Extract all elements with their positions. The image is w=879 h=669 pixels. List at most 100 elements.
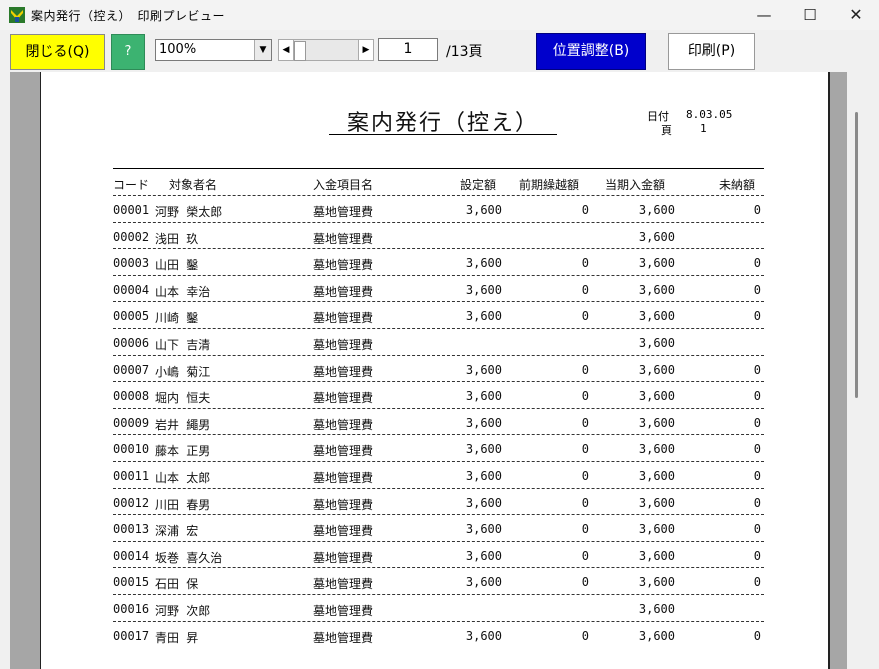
row-carryover: 0: [581, 628, 589, 643]
row-name: 岩井 繩男: [155, 417, 211, 432]
row-code: 00015: [113, 575, 150, 590]
row-item: 墓地管理費: [313, 630, 374, 645]
close-window-button[interactable]: ✕: [833, 0, 879, 30]
page-number-input[interactable]: 1: [378, 38, 438, 61]
row-item: 墓地管理費: [313, 364, 374, 379]
row-carryover: 0: [581, 575, 589, 590]
zoom-select[interactable]: 100% ▼: [155, 39, 272, 61]
row-item: 墓地管理費: [313, 444, 374, 459]
header-current: 当期入金額: [605, 178, 666, 192]
table-row: 00005 川崎 鑿 墓地管理費 3,600 0 3,600 0: [113, 301, 764, 328]
vertical-scrollbar[interactable]: [847, 72, 879, 669]
row-item: 墓地管理費: [313, 311, 374, 326]
toolbar: 閉じる(Q) ? 100% ▼ ◀ ▶ 1 /13頁 位置調整(B) 印刷(P): [0, 30, 879, 72]
row-setting: 3,600: [465, 203, 502, 217]
row-item: 墓地管理費: [313, 471, 374, 485]
arrow-left-icon[interactable]: ◀: [279, 40, 294, 60]
table-row: 00004 山本 幸治 墓地管理費 3,600 0 3,600 0: [113, 274, 764, 302]
row-setting: 3,600: [465, 495, 502, 510]
table-row: 00008 堀内 恒夫 墓地管理費 3,600 0 3,600 0: [113, 381, 764, 408]
row-carryover: 0: [581, 389, 589, 404]
row-name: 山本 太郎: [155, 471, 211, 485]
row-name: 藤本 正男: [155, 444, 211, 459]
row-item: 墓地管理費: [313, 231, 374, 246]
row-carryover: 0: [581, 282, 589, 297]
row-item: 墓地管理費: [313, 205, 374, 219]
header-line: [113, 168, 764, 169]
row-unpaid: 0: [753, 309, 761, 324]
row-item: 墓地管理費: [313, 577, 374, 592]
row-unpaid: 0: [753, 389, 761, 404]
chevron-down-icon[interactable]: ▼: [254, 40, 271, 60]
minimize-button[interactable]: —: [741, 0, 787, 30]
report-page: 案内発行（控え） 日付 8.03.05 頁 1 コード 対象者名 入金項目名 設…: [40, 72, 830, 669]
header-item: 入金項目名: [313, 178, 374, 192]
table-row: 00016 河野 次郎 墓地管理費 3,600: [113, 594, 764, 621]
row-name: 青田 昇: [155, 630, 199, 645]
row-item: 墓地管理費: [313, 258, 374, 273]
row-code: 00013: [113, 522, 150, 537]
row-code: 00003: [113, 256, 150, 271]
row-code: 00017: [113, 628, 150, 643]
table-row: 00013 深浦 宏 墓地管理費 3,600 0 3,600 0: [113, 514, 764, 541]
row-carryover: 0: [581, 522, 589, 537]
row-code: 00005: [113, 309, 150, 324]
row-carryover: 0: [581, 442, 589, 457]
row-current: 3,600: [638, 469, 675, 483]
row-current: 3,600: [638, 415, 675, 430]
row-setting: 3,600: [465, 442, 502, 457]
close-preview-button[interactable]: 閉じる(Q): [10, 34, 105, 70]
row-unpaid: 0: [753, 282, 761, 297]
print-button[interactable]: 印刷(P): [668, 33, 755, 70]
row-name: 山田 鑿: [155, 258, 199, 273]
row-unpaid: 0: [753, 469, 761, 483]
row-item: 墓地管理費: [313, 497, 374, 512]
vertical-scroll-thumb[interactable]: [855, 112, 858, 398]
row-setting: 3,600: [465, 415, 502, 430]
row-name: 深浦 宏: [155, 524, 199, 539]
row-carryover: 0: [581, 495, 589, 510]
row-carryover: 0: [581, 362, 589, 377]
page-scrollbar[interactable]: ◀ ▶: [278, 39, 374, 61]
row-unpaid: 0: [753, 203, 761, 217]
table-row: 00010 藤本 正男 墓地管理費 3,600 0 3,600 0: [113, 434, 764, 461]
row-setting: 3,600: [465, 548, 502, 563]
row-code: 00012: [113, 495, 150, 510]
help-button[interactable]: ?: [111, 34, 145, 70]
row-unpaid: 0: [753, 256, 761, 271]
row-current: 3,600: [638, 256, 675, 271]
row-setting: 3,600: [465, 362, 502, 377]
table-row: 00011 山本 太郎 墓地管理費 3,600 0 3,600 0: [113, 461, 764, 488]
row-code: 00006: [113, 336, 150, 350]
row-code: 00011: [113, 469, 150, 483]
position-adjust-button[interactable]: 位置調整(B): [536, 33, 646, 70]
table-row: 00007 小嶋 菊江 墓地管理費 3,600 0 3,600 0: [113, 354, 764, 382]
row-carryover: 0: [581, 548, 589, 563]
row-current: 3,600: [638, 389, 675, 404]
row-carryover: 0: [581, 256, 589, 271]
arrow-right-icon[interactable]: ▶: [358, 40, 373, 60]
page-scroll-thumb[interactable]: [294, 41, 306, 61]
row-name: 河野 榮太郎: [155, 205, 223, 219]
row-item: 墓地管理費: [313, 284, 374, 299]
row-setting: 3,600: [465, 628, 502, 643]
header-unpaid: 未納額: [719, 178, 756, 192]
table-row: 00012 川田 春男 墓地管理費 3,600 0 3,600 0: [113, 487, 764, 515]
title-bar: 案内発行（控え） 印刷プレビュー — ☐ ✕: [0, 0, 879, 30]
maximize-button[interactable]: ☐: [787, 0, 833, 30]
row-unpaid: 0: [753, 575, 761, 590]
row-setting: 3,600: [465, 282, 502, 297]
row-name: 坂巻 喜久治: [155, 550, 223, 565]
table-row: 00003 山田 鑿 墓地管理費 3,600 0 3,600 0: [113, 248, 764, 275]
table-row: 00006 山下 吉清 墓地管理費 3,600: [113, 328, 764, 355]
row-name: 河野 次郎: [155, 604, 211, 618]
date-value: 8.03.05: [686, 108, 733, 121]
row-name: 堀内 恒夫: [155, 391, 211, 406]
row-name: 川田 春男: [155, 497, 211, 512]
row-current: 3,600: [638, 282, 675, 297]
row-setting: 3,600: [465, 522, 502, 537]
row-current: 3,600: [638, 495, 675, 510]
row-current: 3,600: [638, 336, 675, 350]
row-item: 墓地管理費: [313, 391, 374, 406]
row-current: 3,600: [638, 522, 675, 537]
